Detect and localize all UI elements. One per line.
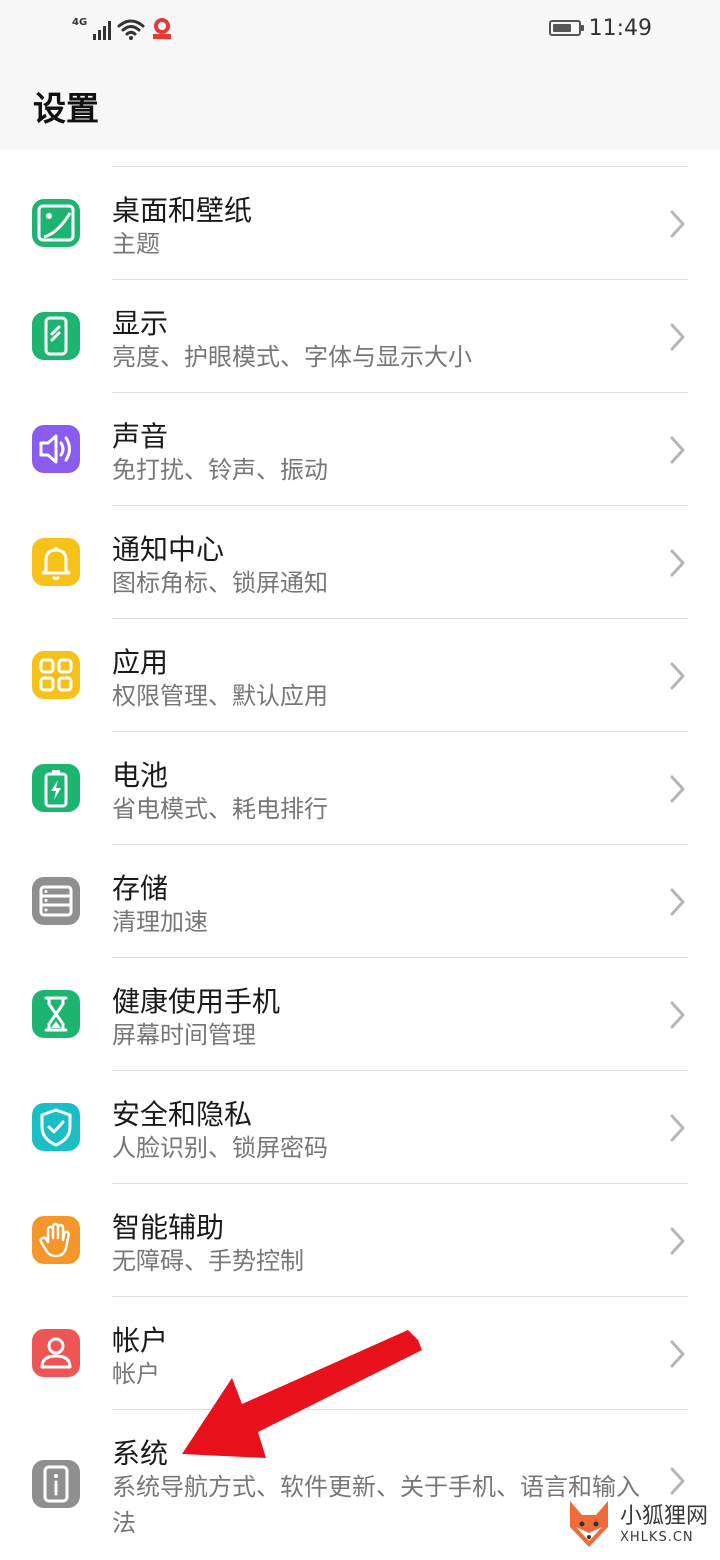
signal-strength-icon [93, 20, 112, 40]
settings-item-subtitle: 屏幕时间管理 [112, 1021, 256, 1049]
settings-item-hourglass[interactable]: 健康使用手机屏幕时间管理 [0, 958, 720, 1071]
settings-item-subtitle: 主题 [112, 230, 160, 258]
settings-item-title: 电池 [112, 759, 169, 792]
settings-item-wallpaper[interactable]: 桌面和壁纸 主题 [0, 167, 720, 280]
battery-status-icon [548, 20, 584, 36]
chevron-right-icon [664, 320, 690, 354]
settings-item-battery[interactable]: 电池省电模式、耗电排行 [0, 732, 720, 845]
settings-item-subtitle: 亮度、护眼模式、字体与显示大小 [112, 343, 472, 371]
chevron-right-icon [664, 885, 690, 919]
settings-item-sound[interactable]: 声音免打扰、铃声、振动 [0, 393, 720, 506]
shield-icon [32, 1103, 80, 1151]
watermark-domain: XHLKS.CN [620, 1529, 694, 1545]
settings-item-apps-grid[interactable]: 应用权限管理、默认应用 [0, 619, 720, 732]
settings-item-title: 应用 [112, 646, 169, 679]
chevron-right-icon [664, 998, 690, 1032]
settings-item-subtitle: 人脸识别、锁屏密码 [112, 1134, 328, 1162]
watermark-name: 小狐狸网 [620, 1503, 709, 1529]
settings-item-title: 桌面和壁纸 [112, 194, 253, 227]
settings-item-subtitle: 系统导航方式、软件更新、关于手机、语言和输入法 [112, 1473, 640, 1537]
settings-item-storage[interactable]: 存储 清理加速 [0, 845, 720, 958]
settings-item-shield[interactable]: 安全和隐私人脸识别、锁屏密码 [0, 1071, 720, 1184]
chevron-right-icon [664, 546, 690, 580]
chevron-right-icon [664, 1111, 690, 1145]
chevron-right-icon [664, 207, 690, 241]
chevron-right-icon [664, 1464, 690, 1498]
settings-item-bell[interactable]: 通知中心图标角标、锁屏通知 [0, 506, 720, 619]
apps-grid-icon [32, 651, 80, 699]
wallpaper-icon [32, 199, 80, 247]
chevron-right-icon [664, 772, 690, 806]
chevron-right-icon [664, 659, 690, 693]
settings-item-subtitle: 无障碍、手势控制 [112, 1247, 304, 1275]
settings-item-title: 显示 [112, 307, 169, 340]
watermark-text: 小狐狸网 XHLKS.CN [620, 1504, 708, 1545]
settings-item-display[interactable]: 显示亮度、护眼模式、字体与显示大小 [0, 280, 720, 393]
settings-item-subtitle: 帐户 [112, 1360, 160, 1388]
settings-item-hand[interactable]: 智能辅助无障碍、手势控制 [0, 1184, 720, 1297]
settings-item-title: 声音 [112, 420, 169, 453]
status-right: 11:49 [548, 14, 652, 42]
fox-logo-icon [570, 1501, 608, 1547]
app-notification-icon [153, 18, 172, 39]
status-time: 11:49 [588, 15, 652, 41]
status-bar: 4G 11:49 [0, 0, 720, 56]
sound-icon [32, 425, 80, 473]
settings-item-title: 系统 [112, 1437, 169, 1470]
settings-item-subtitle: 清理加速 [112, 908, 208, 936]
settings-item-title: 健康使用手机 [112, 985, 281, 1018]
settings-item-account[interactable]: 帐户 帐户 [0, 1297, 720, 1410]
settings-item-title: 智能辅助 [112, 1211, 225, 1244]
page-title: 设置 [33, 89, 99, 128]
settings-item-subtitle: 图标角标、锁屏通知 [112, 569, 328, 597]
settings-item-title: 通知中心 [112, 533, 225, 566]
settings-item-subtitle: 免打扰、铃声、振动 [112, 456, 328, 484]
chevron-right-icon [664, 1337, 690, 1371]
settings-item-title: 存储 [112, 872, 169, 905]
status-left: 4G [72, 14, 173, 40]
account-icon [32, 1329, 80, 1377]
hand-icon [32, 1216, 80, 1264]
hourglass-icon [32, 990, 80, 1038]
network-type-label: 4G [72, 17, 88, 28]
watermark: 小狐狸网 XHLKS.CN [564, 1494, 714, 1554]
battery-icon [32, 764, 80, 812]
storage-icon [32, 877, 80, 925]
app-header: 设置 [0, 56, 720, 150]
settings-item-title: 帐户 [112, 1324, 169, 1357]
settings-item-subtitle: 省电模式、耗电排行 [112, 795, 328, 823]
chevron-right-icon [664, 433, 690, 467]
battery-level-fill [552, 24, 571, 32]
settings-item-subtitle: 权限管理、默认应用 [112, 682, 328, 710]
system-info-icon [32, 1460, 80, 1508]
display-icon [32, 312, 80, 360]
bell-icon [32, 538, 80, 586]
settings-item-title: 安全和隐私 [112, 1098, 253, 1131]
wifi-icon [117, 19, 145, 40]
chevron-right-icon [664, 1224, 690, 1258]
